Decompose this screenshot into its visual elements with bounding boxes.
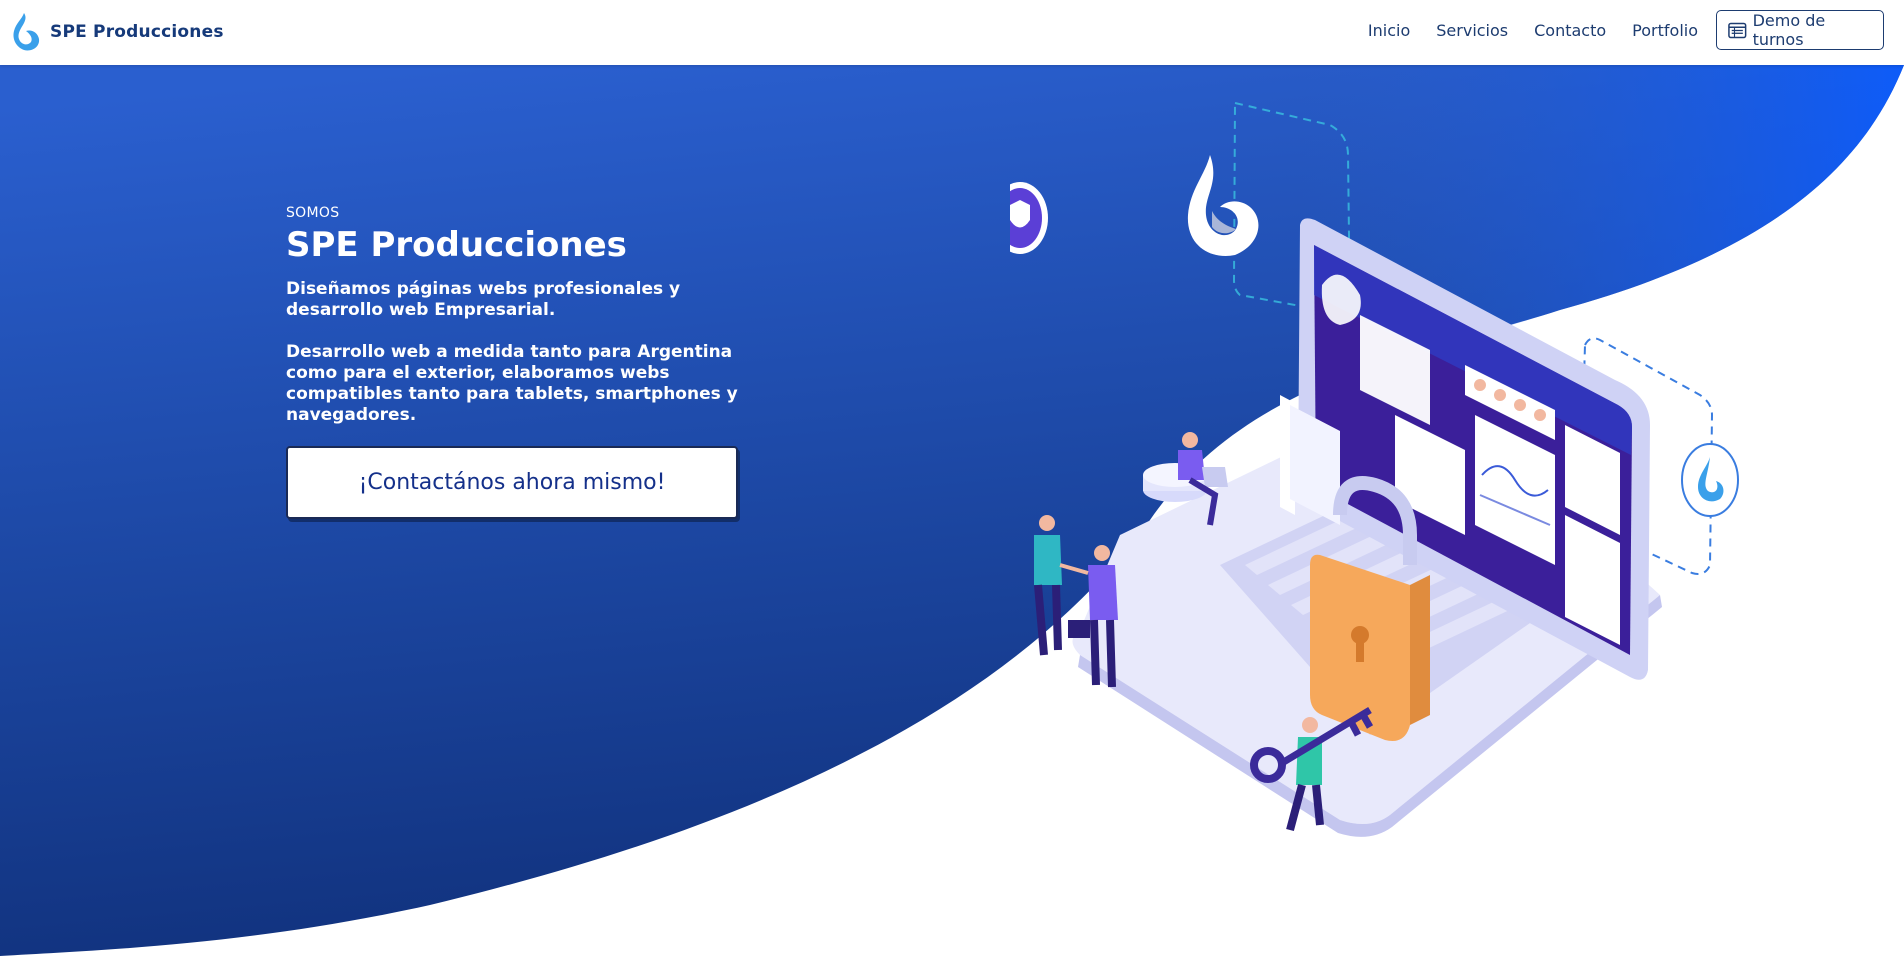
hero-paragraph-1: Diseñamos páginas webs profesionales y d… (286, 279, 681, 320)
hero-title: SPE Producciones (286, 225, 627, 265)
nav-links: Inicio Servicios Contacto Portfolio Demo… (1368, 10, 1884, 50)
shield-badge-icon (1010, 182, 1048, 254)
hero-eyebrow: SOMOS (286, 205, 340, 221)
calendar-list-icon (1728, 22, 1747, 38)
nav-link-servicios[interactable]: Servicios (1436, 21, 1508, 40)
drop-logo-icon (13, 13, 40, 51)
contact-cta-button[interactable]: ¡Contactános ahora mismo! (286, 446, 738, 519)
hero-text: SOMOS SPE Producciones Diseñamos páginas… (286, 205, 766, 426)
laptop-security-illustration (1010, 101, 1739, 837)
hero-paragraph-2: Desarrollo web a medida tanto para Argen… (286, 342, 738, 425)
nav-link-inicio[interactable]: Inicio (1368, 21, 1410, 40)
drop-badge-icon (1681, 443, 1739, 517)
demo-turnos-button[interactable]: Demo de turnos (1716, 10, 1884, 50)
nav-link-portfolio[interactable]: Portfolio (1632, 21, 1698, 40)
demo-turnos-label: Demo de turnos (1752, 11, 1826, 49)
brand[interactable]: SPE Producciones (10, 11, 224, 53)
drop-logo-large (1187, 155, 1259, 256)
nav-link-contacto[interactable]: Contacto (1534, 21, 1606, 40)
brand-name: SPE Producciones (50, 22, 224, 42)
top-navbar: SPE Producciones Inicio Servicios Contac… (0, 0, 1904, 65)
